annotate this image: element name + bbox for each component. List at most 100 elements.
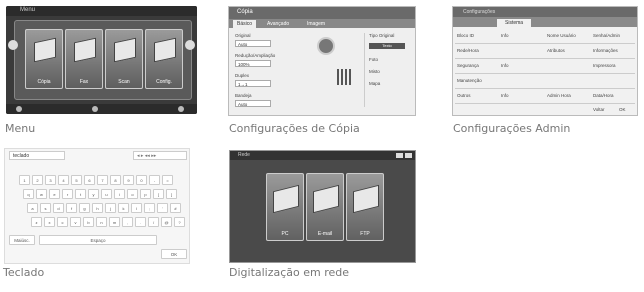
- keyboard-key[interactable]: 4: [58, 175, 69, 185]
- keyboard-key[interactable]: f: [66, 203, 77, 213]
- copy-settings-screenshot[interactable]: Cópia Básico Avançado Imagem Original Au…: [228, 6, 416, 116]
- network-scan-screenshot[interactable]: Rede PC E-mail FTP: [229, 150, 416, 263]
- admin-row-value[interactable]: Info: [501, 33, 509, 38]
- keyboard-screenshot[interactable]: teclado ◂ ▸ ◂◂ ▸▸ 1 2 3 4 5 6 7 8 9 0- = q w e r t y u i o p…: [4, 148, 190, 264]
- scan-tile-email[interactable]: E-mail: [306, 173, 344, 241]
- admin-row-value[interactable]: Data/Hora: [593, 93, 614, 98]
- keyboard-key[interactable]: 8: [110, 175, 121, 185]
- keyboard-key[interactable]: #: [170, 203, 181, 213]
- scroll-left-arrow-icon[interactable]: [8, 40, 18, 50]
- minimize-icon[interactable]: [396, 153, 403, 158]
- keyboard-key[interactable]: /: [148, 217, 159, 227]
- keyboard-key[interactable]: ?: [174, 217, 185, 227]
- admin-row-value[interactable]: Impressora: [593, 63, 616, 68]
- keyboard-key[interactable]: ;: [144, 203, 155, 213]
- option-misto[interactable]: Misto: [369, 69, 380, 74]
- keyboard-key[interactable]: n: [96, 217, 107, 227]
- keyboard-key[interactable]: 0: [136, 175, 147, 185]
- admin-row-label[interactable]: Segurança: [457, 63, 479, 68]
- keyboard-key[interactable]: b: [83, 217, 94, 227]
- keyboard-key[interactable]: g: [79, 203, 90, 213]
- menu-tile-settings[interactable]: Config.: [145, 29, 183, 89]
- admin-row-value[interactable]: Atributos: [547, 48, 565, 53]
- admin-row-label[interactable]: Manutenção: [457, 78, 482, 83]
- ok-key[interactable]: OK: [161, 249, 187, 259]
- keyboard-key[interactable]: 9: [123, 175, 134, 185]
- menu-tile-fax[interactable]: Fax: [65, 29, 103, 89]
- keyboard-key[interactable]: 3: [45, 175, 56, 185]
- keyboard-key[interactable]: w: [36, 189, 47, 199]
- option-foto[interactable]: Foto: [369, 57, 378, 62]
- keyboard-key[interactable]: @: [161, 217, 172, 227]
- original-select[interactable]: Auto: [235, 40, 271, 47]
- cursor-controls[interactable]: ◂ ▸ ◂◂ ▸▸: [133, 151, 187, 160]
- admin-row-value[interactable]: Senha/Admin: [593, 33, 620, 38]
- admin-row-label[interactable]: Bloco ID: [457, 33, 474, 38]
- keyboard-key[interactable]: p: [140, 189, 151, 199]
- keyboard-key[interactable]: d: [53, 203, 64, 213]
- keyboard-key[interactable]: e: [49, 189, 60, 199]
- keyboard-key[interactable]: ]: [166, 189, 177, 199]
- menu-tile-copy[interactable]: Cópia: [25, 29, 63, 89]
- keyboard-key[interactable]: c: [57, 217, 68, 227]
- keyboard-key[interactable]: t: [75, 189, 86, 199]
- status-icon[interactable]: [92, 106, 98, 112]
- scan-tile-pc[interactable]: PC: [266, 173, 304, 241]
- reduce-enlarge-select[interactable]: 100%: [235, 60, 271, 67]
- tab-sistema[interactable]: Sistema: [497, 19, 532, 27]
- keyboard-key[interactable]: ': [157, 203, 168, 213]
- keyboard-key[interactable]: ,: [122, 217, 133, 227]
- admin-row-label[interactable]: Rede/Hora: [457, 48, 479, 53]
- keyboard-key[interactable]: s: [40, 203, 51, 213]
- keyboard-key[interactable]: x: [44, 217, 55, 227]
- option-mapa[interactable]: Mapa: [369, 81, 380, 86]
- keyboard-key[interactable]: z: [31, 217, 42, 227]
- keyboard-key[interactable]: o: [127, 189, 138, 199]
- admin-settings-screenshot[interactable]: Configurações Sistema Bloco ID Info Nome U…: [452, 6, 638, 116]
- keyboard-key[interactable]: m: [109, 217, 120, 227]
- option-texto[interactable]: Texto: [369, 43, 405, 49]
- admin-row-value[interactable]: Nome Usuário: [547, 33, 576, 38]
- admin-row-value[interactable]: Admin Hora: [547, 93, 571, 98]
- close-icon[interactable]: [405, 153, 412, 158]
- keyboard-key[interactable]: y: [88, 189, 99, 199]
- shift-key[interactable]: Maiúsc.: [9, 235, 35, 245]
- keyboard-key[interactable]: 1: [19, 175, 30, 185]
- back-button[interactable]: Voltar: [593, 107, 605, 112]
- space-key[interactable]: Espaço: [39, 235, 157, 245]
- admin-row-value[interactable]: Informações: [593, 48, 618, 53]
- keyboard-key[interactable]: 6: [84, 175, 95, 185]
- tab-avancado[interactable]: Avançado: [263, 20, 293, 28]
- keyboard-key[interactable]: a: [27, 203, 38, 213]
- admin-row-value[interactable]: Info: [501, 63, 509, 68]
- keyboard-key[interactable]: j: [105, 203, 116, 213]
- keyboard-key[interactable]: r: [62, 189, 73, 199]
- ok-button[interactable]: OK: [619, 107, 626, 112]
- help-icon[interactable]: [178, 106, 184, 112]
- scroll-right-arrow-icon[interactable]: [185, 40, 195, 50]
- admin-row-value[interactable]: Info: [501, 93, 509, 98]
- home-icon[interactable]: [16, 106, 22, 112]
- keyboard-key[interactable]: 2: [32, 175, 43, 185]
- scan-tile-ftp[interactable]: FTP: [346, 173, 384, 241]
- menu-tile-scan[interactable]: Scan: [105, 29, 143, 89]
- keyboard-key[interactable]: v: [70, 217, 81, 227]
- keyboard-key[interactable]: q: [23, 189, 34, 199]
- keyboard-key[interactable]: [: [153, 189, 164, 199]
- keyboard-key[interactable]: =: [162, 175, 173, 185]
- menu-screenshot[interactable]: Menu Cópia Fax Scan Config.: [6, 6, 197, 114]
- keyboard-key[interactable]: k: [118, 203, 129, 213]
- keyboard-key[interactable]: 5: [71, 175, 82, 185]
- keyboard-key[interactable]: l: [131, 203, 142, 213]
- keyboard-key[interactable]: h: [92, 203, 103, 213]
- duplex-select[interactable]: 1→1: [235, 80, 271, 87]
- tray-select[interactable]: Auto: [235, 100, 271, 107]
- tab-basico[interactable]: Básico: [233, 20, 257, 28]
- keyboard-key[interactable]: u: [101, 189, 112, 199]
- keyboard-key[interactable]: .: [135, 217, 146, 227]
- admin-row-label[interactable]: Outros: [457, 93, 471, 98]
- keyboard-key[interactable]: i: [114, 189, 125, 199]
- text-input[interactable]: teclado: [9, 151, 65, 160]
- keyboard-key[interactable]: -: [149, 175, 160, 185]
- keyboard-key[interactable]: 7: [97, 175, 108, 185]
